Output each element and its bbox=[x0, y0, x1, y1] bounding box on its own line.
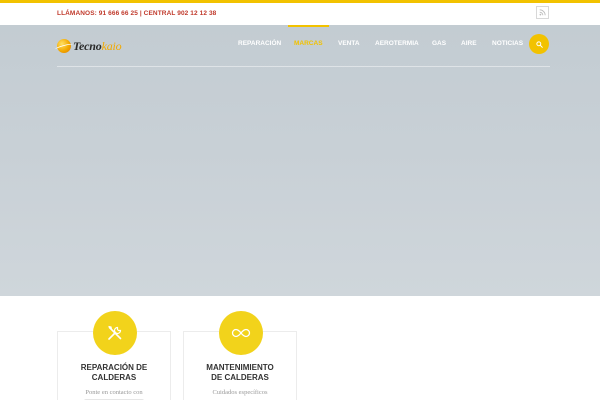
site-logo[interactable]: Tecnokaio bbox=[57, 38, 122, 54]
nav-item-noticias[interactable]: NOTICIAS bbox=[492, 40, 523, 47]
logo-word-main: Tecno bbox=[73, 38, 102, 53]
logo-word-highlight: kaio bbox=[101, 38, 122, 53]
service-description-text: Ponte en contacto con bbox=[85, 389, 143, 396]
rss-icon[interactable] bbox=[536, 6, 549, 19]
service-title: REPARACIÓN DE CALDERAS bbox=[58, 363, 170, 383]
top-bar: LLÁMANOS: 91 666 66 25 | CENTRAL 902 12 … bbox=[0, 3, 600, 25]
service-title-line2: DE CALDERAS bbox=[211, 373, 269, 382]
nav-item-marcas[interactable]: MARCAS bbox=[288, 25, 329, 47]
search-button[interactable] bbox=[529, 34, 549, 54]
contact-phones[interactable]: LLÁMANOS: 91 666 66 25 | CENTRAL 902 12 … bbox=[57, 10, 216, 17]
service-title-line1: REPARACIÓN DE bbox=[80, 363, 148, 372]
nav-item-marcas-label: MARCAS bbox=[294, 40, 323, 47]
nav-item-reparacion[interactable]: REPARACIÓN bbox=[238, 40, 281, 47]
service-card-reparacion[interactable]: REPARACIÓN DE CALDERAS Ponte en contacto… bbox=[57, 311, 171, 400]
site-header: Tecnokaio REPARACIÓN MARCAS VENTA AEROTE… bbox=[0, 25, 600, 67]
logo-sun-icon bbox=[57, 39, 71, 53]
service-title-line1: MANTENIMIENTO bbox=[206, 363, 274, 372]
nav-active-marker bbox=[288, 25, 329, 27]
nav-item-aire[interactable]: AIRE bbox=[461, 40, 477, 47]
infinity-icon bbox=[219, 311, 263, 355]
service-title: MANTENIMIENTO DE CALDERAS bbox=[184, 363, 296, 383]
nav-item-venta[interactable]: VENTA bbox=[338, 40, 360, 47]
service-description-text: Cuidados específicos bbox=[212, 389, 268, 396]
service-description: Ponte en contacto con bbox=[58, 388, 170, 400]
tools-icon bbox=[93, 311, 137, 355]
nav-item-gas[interactable]: GAS bbox=[432, 40, 446, 47]
search-icon bbox=[535, 40, 543, 48]
logo-wordmark: Tecnokaio bbox=[73, 38, 122, 54]
service-description: Cuidados específicos bbox=[184, 388, 296, 397]
nav-item-aerotermia[interactable]: AEROTERMIA bbox=[375, 40, 419, 47]
service-title-line2: CALDERAS bbox=[91, 373, 137, 382]
service-card-mantenimiento[interactable]: MANTENIMIENTO DE CALDERAS Cuidados espec… bbox=[183, 311, 297, 400]
header-divider bbox=[57, 66, 550, 67]
